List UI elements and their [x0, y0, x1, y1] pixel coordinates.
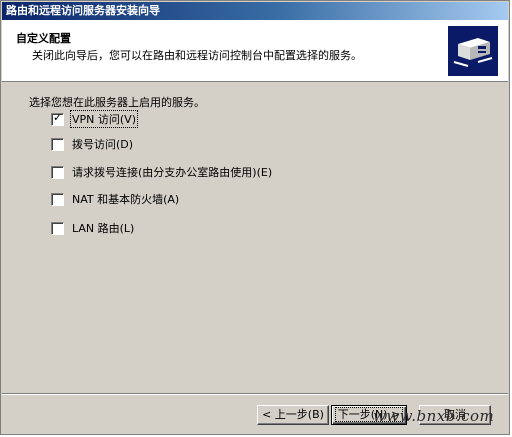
option-label: 请求拨号连接(由分支办公室路由使用)(E) — [72, 166, 273, 179]
vpn-access-checkbox[interactable]: ✓ — [51, 111, 64, 126]
back-button[interactable]: < 上一步(B) — [257, 405, 329, 425]
nat-firewall-checkbox[interactable] — [51, 192, 64, 206]
title-bar[interactable]: 路由和远程访问服务器安装向导 — [2, 2, 508, 20]
button-separator — [2, 393, 508, 395]
demand-dial-checkbox[interactable] — [51, 165, 64, 179]
cancel-button[interactable]: 取消 — [419, 405, 491, 425]
option-label: NAT 和基本防火墙(A) — [72, 193, 180, 206]
window-title: 路由和远程访问服务器安装向导 — [6, 4, 160, 17]
option-dialup-access[interactable]: 拨号访问(D) — [51, 136, 134, 152]
option-vpn-access[interactable]: ✓ VPN 访问(V) — [51, 110, 138, 128]
next-button-label: 下一步(N) > — [334, 407, 404, 422]
header-subtitle: 关闭此向导后，您可以在路由和远程访问控制台中配置选择的服务。 — [32, 49, 362, 62]
server-network-icon — [448, 26, 498, 76]
option-demand-dial[interactable]: 请求拨号连接(由分支办公室路由使用)(E) — [51, 164, 273, 180]
option-label: LAN 路由(L) — [72, 222, 135, 235]
header-title: 自定义配置 — [16, 32, 71, 45]
option-nat-firewall[interactable]: NAT 和基本防火墙(A) — [51, 191, 180, 207]
instruction-text: 选择您想在此服务器上启用的服务。 — [29, 96, 205, 109]
wizard-window: 路由和远程访问服务器安装向导 自定义配置 关闭此向导后，您可以在路由和远程访问控… — [0, 0, 510, 435]
lan-routing-checkbox[interactable] — [51, 221, 64, 235]
next-button[interactable]: 下一步(N) > — [331, 405, 407, 425]
option-label: 拨号访问(D) — [72, 138, 134, 151]
wizard-header: 自定义配置 关闭此向导后，您可以在路由和远程访问控制台中配置选择的服务。 — [2, 20, 508, 82]
option-lan-routing[interactable]: LAN 路由(L) — [51, 220, 135, 236]
dialup-access-checkbox[interactable] — [51, 137, 64, 151]
option-label: VPN 访问(V) — [70, 110, 138, 128]
